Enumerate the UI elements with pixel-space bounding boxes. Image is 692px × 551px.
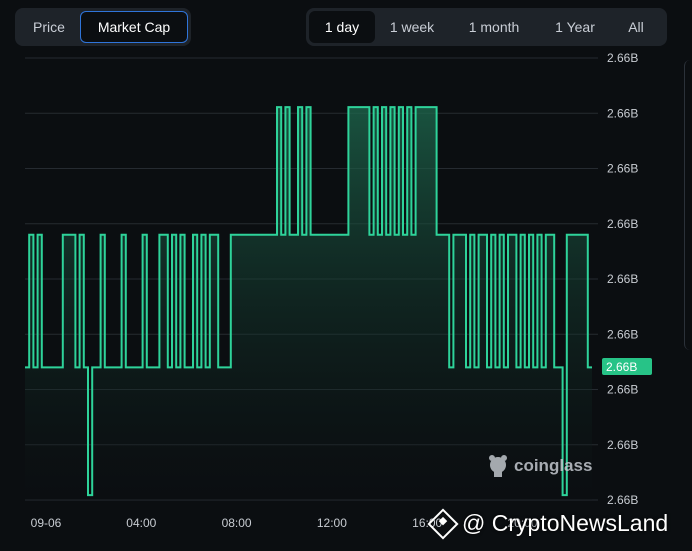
series-area [25,107,592,500]
y-tick-label: 2.66B [607,51,638,65]
x-tick-label: 12:00 [317,516,347,530]
x-tick-label: 08:00 [222,516,252,530]
y-tick-label: 2.66B [607,106,638,120]
market-cap-chart: 2.66B 2.66B 2.66B 2.66B 2.66B 2.66B 2.66B 2.66B… [25,51,652,530]
cryptonewsland-logo-icon [427,507,459,540]
y-tick-label: 2.66B [607,383,638,397]
x-tick-label: 04:00 [126,516,156,530]
side-scroll-edge[interactable] [684,60,692,350]
y-tick-label: 2.66B [607,272,638,286]
y-tick-label: 2.66B [607,327,638,341]
coinglass-label: coinglass [514,456,592,475]
cryptonewsland-label: @ CryptoNewsLand [462,510,669,536]
x-tick-label: 09-06 [31,516,62,530]
current-value-label: 2.66B [606,360,637,374]
y-tick-label: 2.66B [607,493,638,507]
y-tick-label: 2.66B [607,162,638,176]
y-tick-label: 2.66B [607,438,638,452]
cryptonewsland-watermark: @ CryptoNewsLand [427,507,669,540]
y-tick-label: 2.66B [607,217,638,231]
y-axis-ticks: 2.66B 2.66B 2.66B 2.66B 2.66B 2.66B 2.66B 2.66B… [607,51,638,507]
area-fill-layer [25,107,592,500]
current-value-badge: 2.66B [602,358,652,375]
